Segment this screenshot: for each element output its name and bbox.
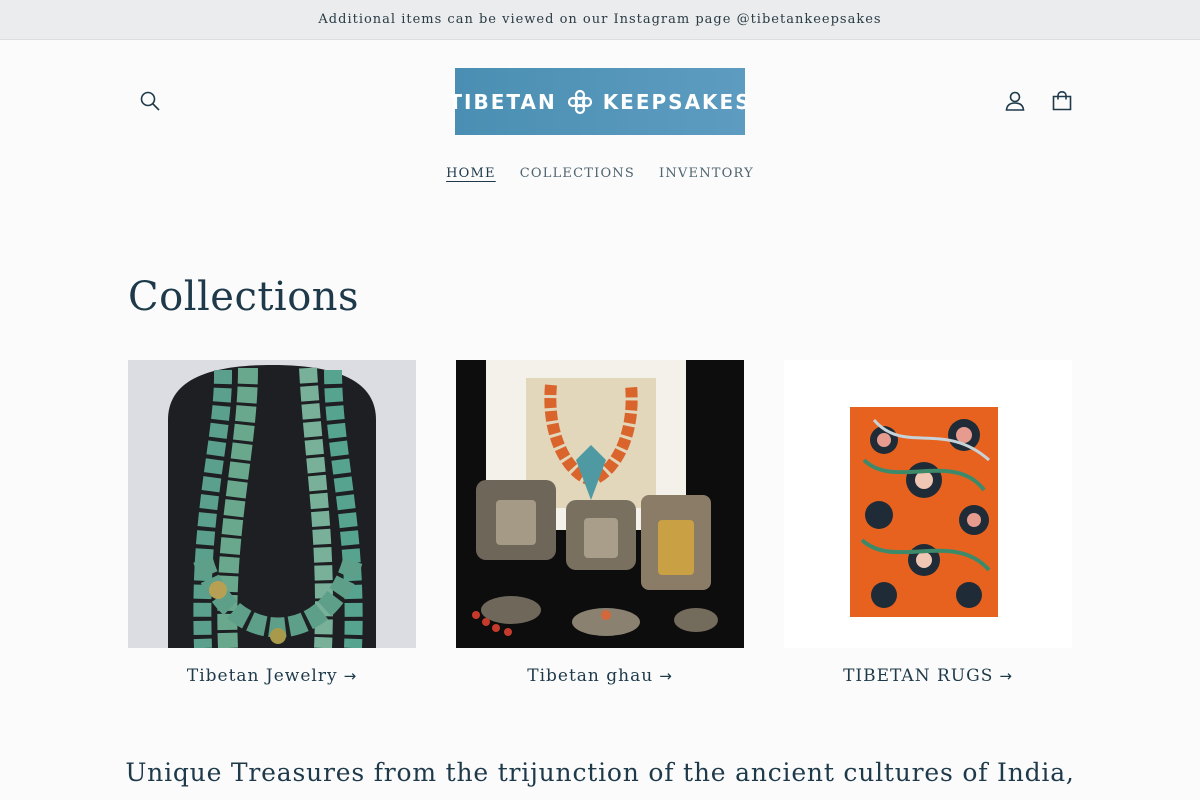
cart-button[interactable] (1042, 81, 1082, 121)
nav-item-inventory[interactable]: INVENTORY (647, 162, 766, 185)
cart-icon (1052, 90, 1072, 111)
nav-item-home[interactable]: HOME (434, 162, 508, 185)
logo[interactable]: TIBETAN KEEPSAKES (448, 68, 750, 135)
collection-image-ghau (456, 360, 744, 648)
collection-label-ghau: Tibetan ghau (527, 666, 654, 686)
page-title: Collections (128, 274, 360, 320)
arrow-right-icon: → (659, 667, 673, 685)
collection-title[interactable]: TIBETAN RUGS → (784, 666, 1072, 686)
announcement-bar: Additional items can be viewed on our In… (0, 0, 1200, 40)
collection-label-jewelry: Tibetan Jewelry (186, 666, 338, 686)
collection-card-rugs[interactable]: TIBETAN RUGS → (784, 360, 1072, 686)
collection-image-rugs (784, 360, 1072, 648)
collection-image-jewelry (128, 360, 416, 648)
logo-text-right: KEEPSAKES (602, 89, 752, 114)
search-icon (140, 91, 160, 111)
search-button[interactable] (130, 81, 170, 121)
collection-label-rugs: TIBETAN RUGS (843, 666, 994, 686)
endless-knot-icon (567, 89, 593, 115)
arrow-right-icon: → (343, 667, 358, 685)
account-button[interactable] (995, 81, 1035, 121)
nav-item-collections[interactable]: COLLECTIONS (508, 162, 647, 185)
main-nav: HOME COLLECTIONS INVENTORY (0, 162, 1200, 185)
collection-card-ghau[interactable]: Tibetan ghau → (456, 360, 744, 686)
logo-text-left: TIBETAN (448, 89, 557, 114)
collection-title[interactable]: Tibetan ghau → (456, 666, 744, 686)
collection-card-jewelry[interactable]: Tibetan Jewelry → (128, 360, 416, 686)
announcement-text: Additional items can be viewed on our In… (318, 12, 882, 27)
tagline: Unique Treasures from the trijunction of… (125, 758, 1075, 787)
arrow-right-icon: → (999, 667, 1013, 685)
collection-title[interactable]: Tibetan Jewelry → (128, 666, 416, 686)
account-icon (1005, 91, 1025, 111)
